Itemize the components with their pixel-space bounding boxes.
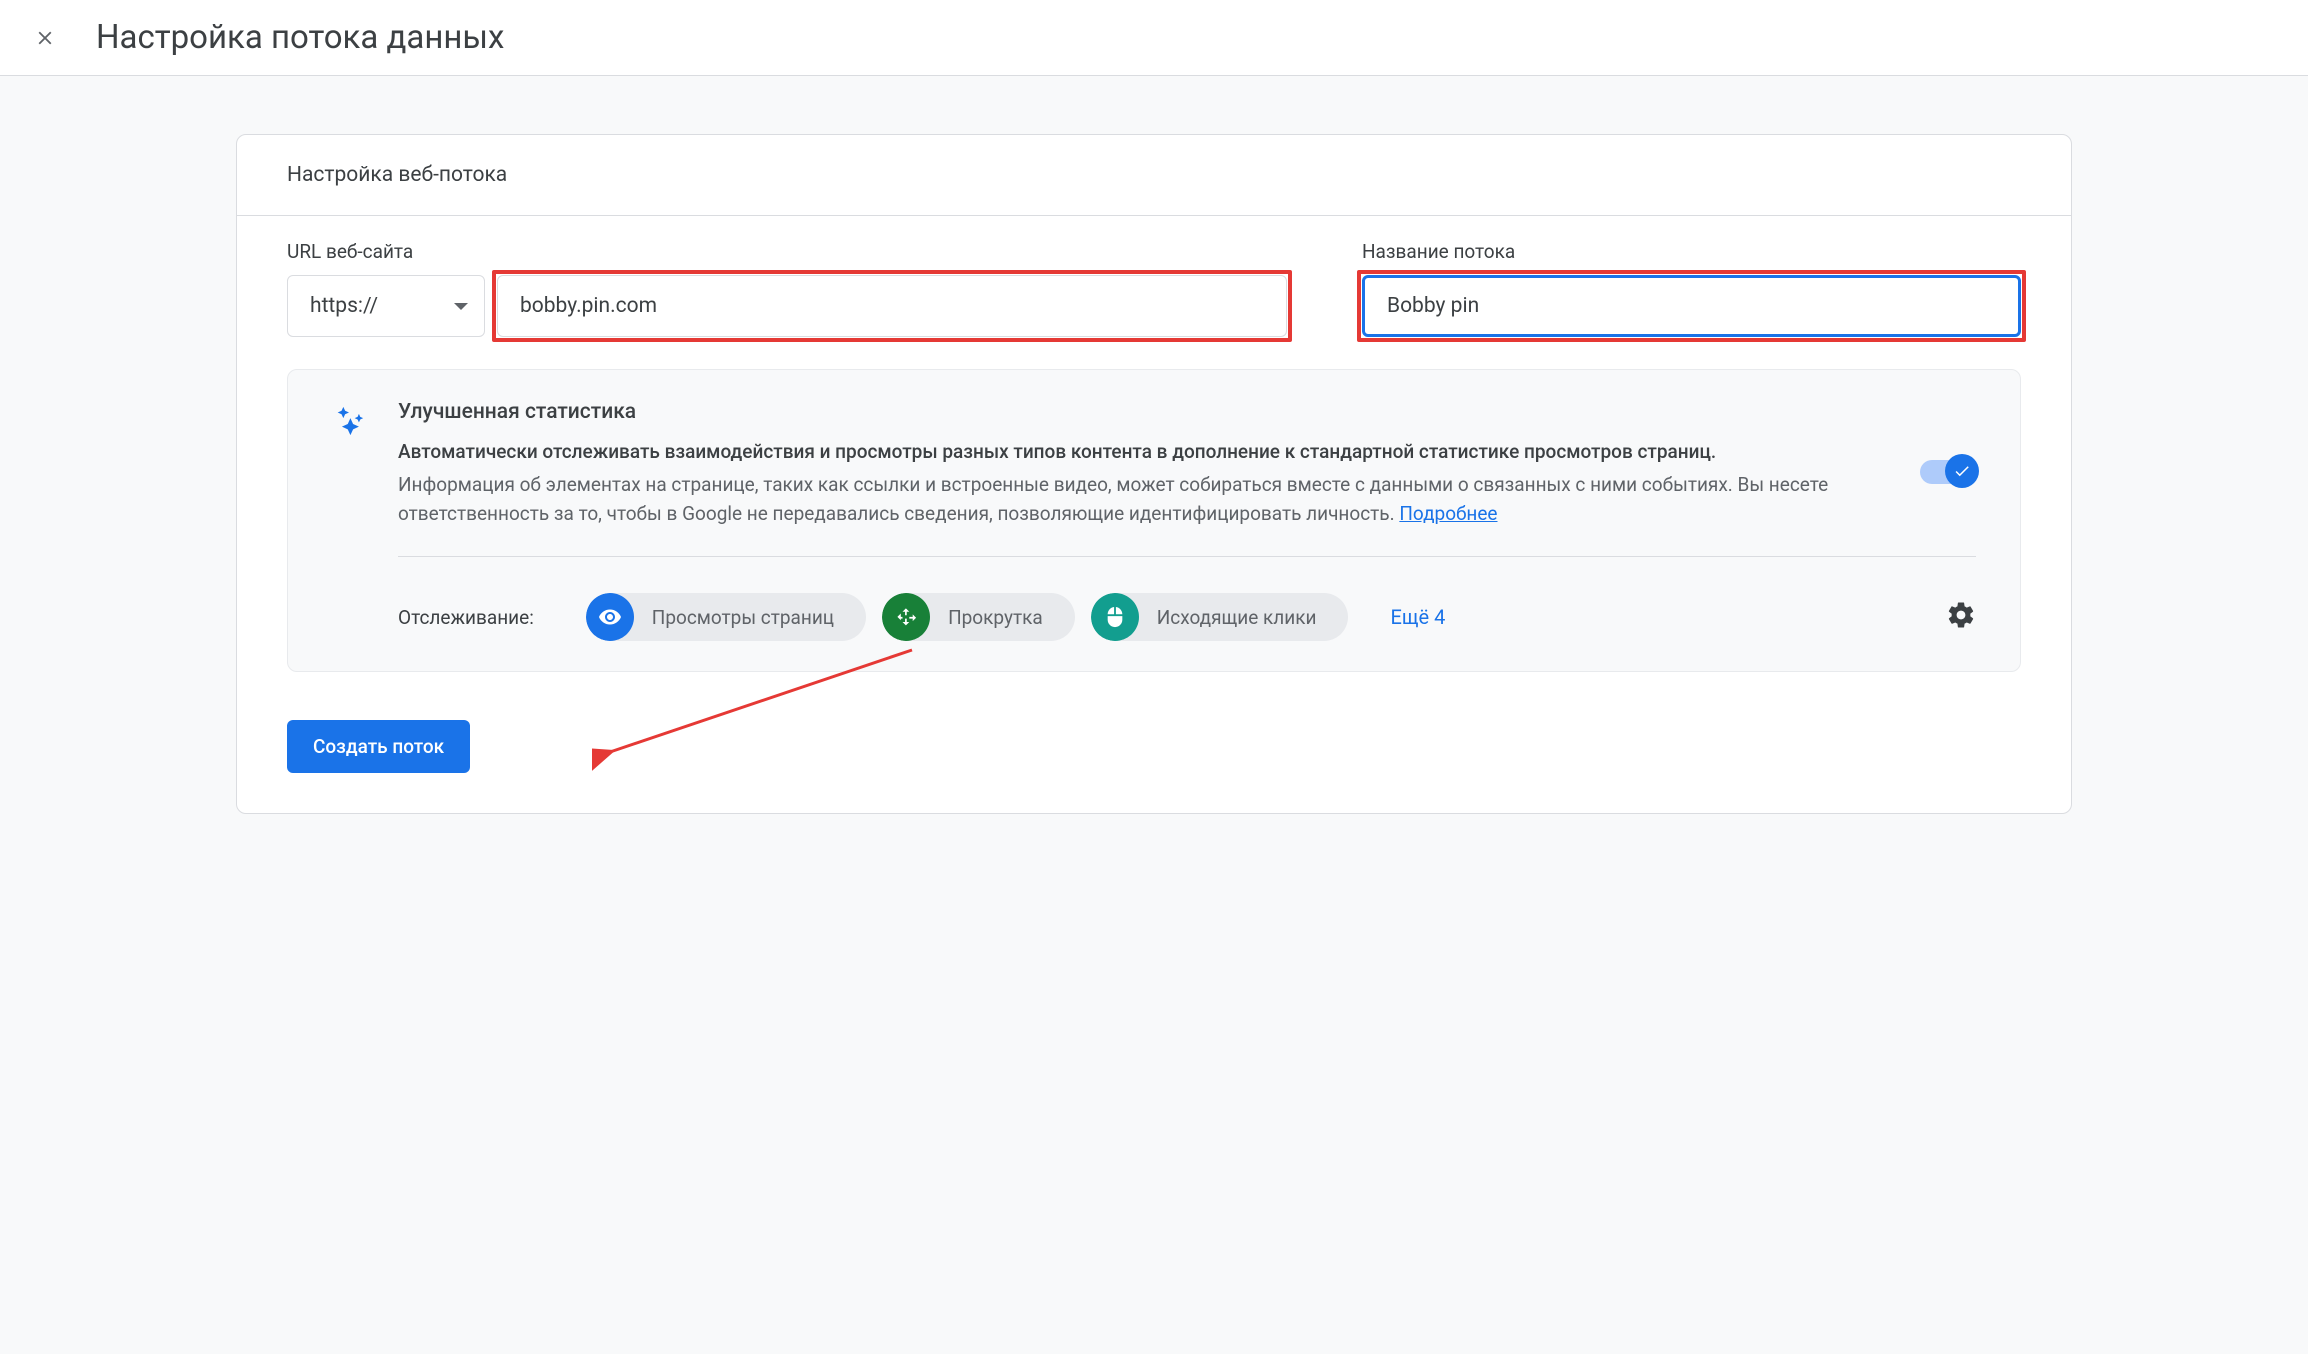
dialog-header: Настройка потока данных xyxy=(0,0,2308,76)
chevron-down-icon xyxy=(454,303,468,310)
url-scheme-value: https:// xyxy=(310,294,378,318)
enhanced-bold-text: Автоматически отслеживать взаимодействия… xyxy=(398,438,1870,466)
card-section-title: Настройка веб-потока xyxy=(237,135,2071,216)
sparkle-icon xyxy=(332,400,368,641)
content-area: Настройка веб-потока URL веб-сайта https… xyxy=(0,76,2308,872)
learn-more-link[interactable]: Подробнее xyxy=(1399,502,1497,525)
chip-label: Просмотры страниц xyxy=(634,606,842,629)
gear-icon[interactable] xyxy=(1946,600,1976,634)
enhanced-title: Улучшенная статистика xyxy=(398,400,1976,424)
enhanced-measurement-section: Улучшенная статистика Автоматически отсл… xyxy=(287,369,2021,672)
eye-icon xyxy=(586,593,634,641)
tracking-chip-outbound: Исходящие клики xyxy=(1091,593,1349,641)
stream-name-label: Название потока xyxy=(1362,240,2021,263)
tracking-label: Отслеживание: xyxy=(398,606,534,629)
enhanced-description: Информация об элементах на странице, так… xyxy=(398,470,1870,529)
mouse-icon xyxy=(1091,593,1139,641)
close-icon[interactable] xyxy=(32,25,58,51)
tracking-chip-scroll: Прокрутка xyxy=(882,593,1075,641)
url-scheme-select[interactable]: https:// xyxy=(287,275,485,337)
chip-label: Исходящие клики xyxy=(1139,606,1325,629)
page-title: Настройка потока данных xyxy=(96,18,504,57)
toggle-knob xyxy=(1945,454,1979,488)
chip-label: Прокрутка xyxy=(930,606,1051,629)
url-label: URL веб-сайта xyxy=(287,240,1287,263)
create-stream-button[interactable]: Создать поток xyxy=(287,720,470,773)
stream-name-input[interactable] xyxy=(1362,275,2021,337)
url-input[interactable] xyxy=(497,275,1287,337)
tracking-chip-page-views: Просмотры страниц xyxy=(586,593,866,641)
scroll-icon xyxy=(882,593,930,641)
more-tracking-link[interactable]: Ещё 4 xyxy=(1390,605,1445,629)
form-card: Настройка веб-потока URL веб-сайта https… xyxy=(236,134,2072,814)
enhanced-toggle[interactable] xyxy=(1920,460,1976,484)
